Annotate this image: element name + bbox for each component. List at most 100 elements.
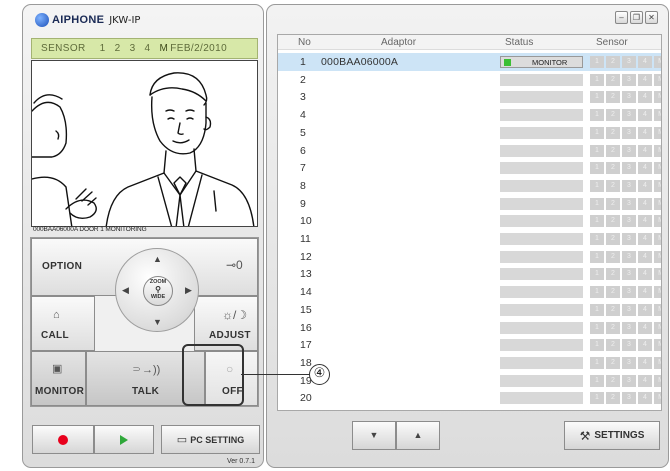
row-number: 1 <box>300 56 306 68</box>
settings-button[interactable]: ⚒ SETTINGS <box>564 421 660 450</box>
call-button[interactable]: ⌂ CALL <box>31 296 95 351</box>
sensor-label: SENSOR <box>41 43 86 54</box>
sensor-indicator: 1 <box>590 109 604 122</box>
brand-logo: AIPHONE <box>52 14 105 26</box>
row-status <box>500 374 583 387</box>
row-sensors: 1234M <box>590 162 661 175</box>
version-label: Ver 0.7.1 <box>226 458 255 465</box>
list-row[interactable]: 121234M <box>278 248 661 266</box>
sensor-indicator: 2 <box>606 286 620 299</box>
row-sensors: 1234M <box>590 374 661 387</box>
scroll-up-button[interactable]: ▲ <box>396 421 440 450</box>
row-number: 5 <box>300 126 306 139</box>
list-row[interactable]: 16 1234M <box>278 319 661 337</box>
sensor-indicator: 2 <box>606 109 620 122</box>
sensor-indicator: M <box>654 339 661 352</box>
brand: AIPHONE JKW-IP <box>35 12 140 28</box>
arrow-right-icon[interactable]: ▶ <box>185 285 192 296</box>
list-row[interactable]: 8 1234M <box>278 177 661 195</box>
arrow-up-icon[interactable]: ▲ <box>153 254 162 264</box>
list-row[interactable]: 111234M <box>278 230 661 248</box>
sensor-indicator: 3 <box>622 56 636 68</box>
talk-label: TALK <box>132 386 160 397</box>
zoom-button[interactable]: ZOOM ⚲ WIDE <box>143 276 173 306</box>
list-row[interactable]: 31234M <box>278 88 661 106</box>
list-row[interactable]: 10 1234M <box>278 212 661 230</box>
call-label: CALL <box>41 330 69 341</box>
sensor-indicator: 3 <box>622 303 636 316</box>
row-sensors: 1234M <box>590 73 661 86</box>
list-row[interactable]: 141234M <box>278 283 661 301</box>
minimize-icon[interactable]: – <box>615 11 628 24</box>
list-row[interactable]: 15 1234M <box>278 301 661 319</box>
restore-icon[interactable]: ❐ <box>630 11 643 24</box>
sensor-indicator: 4 <box>638 144 652 157</box>
sensor-indicator: 4 <box>638 268 652 281</box>
sensor-indicator: M <box>654 321 661 334</box>
list-row[interactable]: 21234M <box>278 71 661 89</box>
row-status: MONITOR <box>500 56 583 68</box>
aiphone-logo-icon <box>35 13 49 27</box>
sensor-indicator: 2 <box>606 374 620 387</box>
monitor-button[interactable]: ▣ MONITOR <box>31 351 86 406</box>
row-sensors: 1234M <box>590 233 661 245</box>
row-status <box>500 91 583 104</box>
row-number: 7 <box>300 162 306 175</box>
arrow-left-icon[interactable]: ◀ <box>122 285 129 296</box>
sensor-indicator: 1 <box>590 233 604 245</box>
pan-tilt-pad[interactable]: ▲ ▼ ◀ ▶ ZOOM ⚲ WIDE <box>115 248 199 332</box>
row-number: 18 <box>300 356 312 369</box>
list-row[interactable]: 17 1234M <box>278 336 661 354</box>
sensor-indicator: 4 <box>638 179 652 192</box>
row-number: 8 <box>300 179 306 192</box>
arrow-down-icon[interactable]: ▼ <box>153 317 162 327</box>
sensor-indicator: 4 <box>638 392 652 405</box>
brightness-icon: ☼/☽ <box>222 308 248 322</box>
play-button[interactable] <box>94 425 154 454</box>
sensor-indicator: 4 <box>638 374 652 387</box>
window-controls: – ❐ ✕ <box>615 11 658 24</box>
sensor-indicator: 2 <box>606 321 620 334</box>
sensor-indicator: 1 <box>590 91 604 104</box>
pc-setting-button[interactable]: ▭ PC SETTING <box>161 425 260 454</box>
row-sensors: 1234M <box>590 392 661 405</box>
sensor-indicator: 4 <box>638 339 652 352</box>
adjust-label: ADJUST <box>209 330 251 341</box>
row-sensors: 1234M <box>590 56 661 68</box>
sensor-indicator: 3 <box>622 356 636 369</box>
row-number: 16 <box>300 321 312 334</box>
off-button-highlight <box>182 344 244 406</box>
list-row[interactable]: 18 1234M <box>278 354 661 372</box>
list-row[interactable]: 41234M <box>278 106 661 124</box>
sensor-indicator: M <box>654 56 661 68</box>
sensor-indicator: 2 <box>606 392 620 405</box>
sensor-indicator: 1 <box>590 268 604 281</box>
list-row[interactable]: 9 1234M <box>278 195 661 213</box>
sensor-indicator: 3 <box>622 73 636 86</box>
row-sensors: 1234M <box>590 339 661 352</box>
list-row[interactable]: 5 1234M <box>278 124 661 142</box>
sensor-indicator: 2 <box>606 268 620 281</box>
header-status: Status <box>505 37 534 48</box>
list-row[interactable]: 7 1234M <box>278 159 661 177</box>
sensor-indicator: 1 <box>590 339 604 352</box>
row-status <box>500 286 583 299</box>
row-status <box>500 356 583 369</box>
scroll-down-button[interactable]: ▼ <box>352 421 396 450</box>
close-icon[interactable]: ✕ <box>645 11 658 24</box>
list-row[interactable]: 6 1234M <box>278 142 661 160</box>
list-row[interactable]: 20 1234M <box>278 389 661 407</box>
adjust-button[interactable]: ☼/☽ ADJUST <box>194 296 258 351</box>
record-button[interactable] <box>32 425 94 454</box>
list-row[interactable]: 1000BAA06000AMONITOR1234M <box>278 53 661 71</box>
callout-line <box>241 374 310 375</box>
sensor-indicator: M <box>654 250 661 263</box>
header-adaptor: Adaptor <box>381 37 417 48</box>
sensor-indicator: 2 <box>606 126 620 139</box>
list-row[interactable]: 131234M <box>278 265 661 283</box>
list-row[interactable]: 191234M <box>278 372 661 390</box>
row-sensors: 1234M <box>590 303 661 316</box>
sensor-status-bar: SENSOR 1 2 3 4 M FEB/2/2010 <box>31 38 258 59</box>
row-status <box>500 179 583 192</box>
row-number: 12 <box>300 250 312 263</box>
